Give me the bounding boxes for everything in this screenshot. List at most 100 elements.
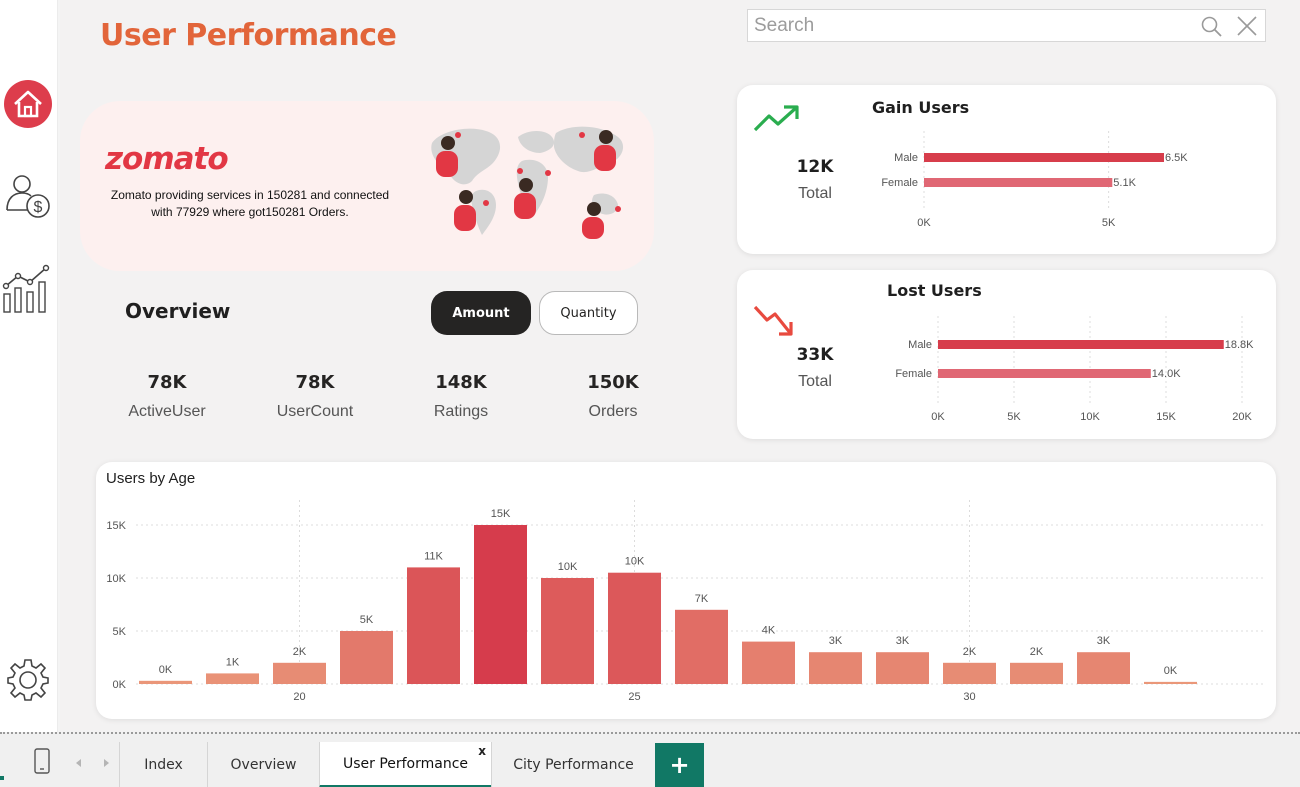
bar [206, 673, 259, 684]
data-label: 15K [491, 508, 511, 520]
lost-users-title: Lost Users [887, 281, 982, 300]
y-tick-label: 15K [106, 520, 126, 532]
y-tick-label: 10K [106, 573, 126, 585]
bar [938, 369, 1151, 378]
kpi-value: 148K [435, 372, 487, 393]
bar [675, 609, 728, 684]
x-tick-label: 20K [1232, 411, 1252, 423]
tab-scroll-left-icon[interactable] [74, 758, 84, 768]
gear-icon [7, 659, 49, 701]
gain-users-chart: 0K 5K Male 6.5K Female 5.1K [881, 131, 1188, 229]
x-tick-label: 15K [1156, 411, 1176, 423]
bar [809, 652, 862, 684]
bar [1144, 681, 1197, 684]
bar [541, 578, 594, 684]
x-tick-label: 0K [931, 411, 945, 423]
lost-users-total-value: 33K [796, 345, 834, 365]
chart-title: Users by Age [106, 470, 195, 487]
kpi-label: Ratings [433, 403, 489, 420]
category-label: Male [908, 339, 932, 351]
data-label: 4K [762, 625, 776, 637]
bar [608, 572, 661, 684]
x-tick-label: 5K [1102, 217, 1116, 229]
y-tick-label: 5K [113, 626, 127, 638]
sidebar-item-analytics[interactable] [2, 262, 54, 314]
tab-scroll-right-icon[interactable] [101, 758, 111, 768]
tab-bar: Index Overview User Performance x City P… [0, 732, 1300, 787]
y-tick-label: 0K [113, 679, 127, 691]
banner-description: Zomato providing services in 150281 and … [110, 188, 390, 219]
bar [943, 662, 996, 684]
bar [273, 662, 326, 684]
kpi-value: 78K [295, 372, 335, 393]
users-by-age-card: Users by Age 0K 5K 10K 15K 20 25 30 0K 1K 2K 5K 11K 1… [96, 462, 1276, 719]
kpi-ratings: 148K Ratings [396, 372, 526, 421]
bar [938, 340, 1224, 349]
x-tick-label: 10K [1080, 411, 1100, 423]
sidebar-item-home[interactable] [2, 78, 54, 130]
kpi-active-user: 78K ActiveUser [102, 372, 232, 421]
tab-index[interactable]: Index [119, 742, 207, 787]
search-icon[interactable] [1200, 15, 1224, 39]
sidebar-item-settings[interactable] [2, 654, 54, 706]
data-label: 1K [226, 656, 240, 668]
page-indicator-icon [0, 776, 4, 780]
data-label: 2K [963, 646, 977, 658]
kpi-orders: 150K Orders [548, 372, 678, 421]
kpi-label: ActiveUser [128, 403, 206, 420]
overview-title: Overview [125, 299, 231, 323]
gain-users-card: Gain Users 12K Total 0K 5K Male 6.5K Female 5… [737, 85, 1276, 254]
data-label: 10K [625, 556, 645, 568]
search-input[interactable] [748, 10, 1188, 41]
tab-user-performance[interactable]: User Performance x [319, 742, 491, 787]
x-tick-label: 25 [628, 691, 640, 703]
users-by-age-chart: Users by Age 0K 5K 10K 15K 20 25 30 0K 1K 2K 5K 11K 1… [106, 470, 1264, 703]
zomato-logo: zomato [105, 141, 229, 177]
data-label: 7K [695, 593, 709, 605]
data-label: 5K [360, 614, 374, 626]
bar [407, 567, 460, 684]
amount-toggle-button[interactable]: Amount [431, 291, 531, 335]
x-tick-label: 5K [1007, 411, 1021, 423]
search-box [747, 9, 1266, 42]
tab-overview[interactable]: Overview [207, 742, 319, 787]
bar [924, 153, 1164, 162]
close-icon[interactable] [1236, 15, 1258, 37]
x-tick-label: 0K [917, 217, 931, 229]
kpi-label: UserCount [276, 403, 354, 420]
data-label: 11K [424, 550, 443, 562]
kpi-label: Orders [588, 403, 638, 420]
data-label: 10K [558, 561, 578, 573]
world-map-illustration [431, 126, 624, 239]
data-label: 5.1K [1113, 177, 1136, 189]
tab-city-performance[interactable]: City Performance [491, 742, 655, 787]
tab-user-performance-label: User Performance [342, 755, 469, 772]
bar [474, 525, 527, 684]
data-label: 14.0K [1152, 368, 1181, 380]
data-label: 18.8K [1225, 339, 1254, 351]
bar [924, 178, 1113, 187]
data-label: 3K [829, 635, 843, 647]
data-label: 2K [293, 646, 307, 658]
add-page-button[interactable]: + [655, 743, 704, 787]
category-label: Male [894, 152, 918, 164]
category-label: Female [895, 368, 932, 380]
lost-users-total-label: Total [798, 373, 832, 390]
chart-analytics-icon [2, 264, 50, 313]
page-title: User Performance [100, 18, 397, 53]
quantity-toggle-button[interactable]: Quantity [539, 291, 638, 335]
category-label: Female [881, 177, 918, 189]
trend-down-icon [753, 305, 793, 336]
mobile-layout-icon[interactable] [34, 748, 50, 774]
tab-close-button[interactable]: x [478, 744, 486, 758]
sidebar: $ [0, 0, 58, 732]
x-tick-label: 30 [963, 691, 975, 703]
kpi-value: 150K [587, 372, 639, 393]
sidebar-item-user-finance[interactable]: $ [2, 170, 54, 222]
gain-users-total-label: Total [798, 185, 832, 202]
bar [876, 652, 929, 684]
bar [340, 631, 393, 684]
bar [742, 641, 795, 684]
bar [1077, 652, 1130, 684]
data-label: 3K [896, 635, 910, 647]
